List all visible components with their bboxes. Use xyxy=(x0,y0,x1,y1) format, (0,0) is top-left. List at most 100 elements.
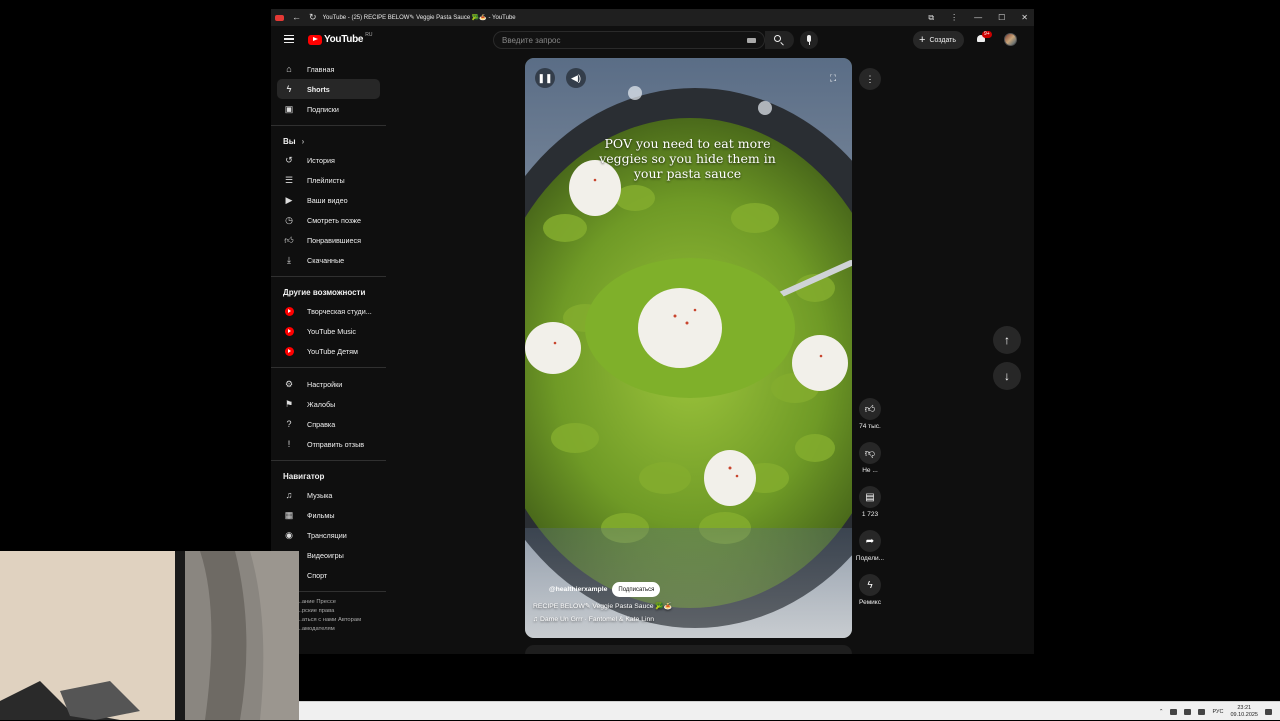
next-short-button[interactable]: ↓ xyxy=(993,362,1021,390)
share-action[interactable]: ➦ Подели... xyxy=(847,530,893,562)
menu-dots-icon[interactable]: ⋮ xyxy=(950,13,958,22)
sidebar-item-live[interactable]: ◉ Трансляции xyxy=(277,525,380,545)
sidebar-item-label: Главная xyxy=(307,64,335,74)
footer-link[interactable]: ...амодателям xyxy=(297,625,386,634)
sidebar-item-settings[interactable]: ⚙ Настройки xyxy=(277,374,380,394)
create-button[interactable]: + Создать xyxy=(913,31,965,49)
dislike-label: Не ... xyxy=(862,467,878,474)
sidebar-item-label: История xyxy=(307,155,335,165)
shorts-icon: ϟ xyxy=(286,84,292,94)
footer-link[interactable]: ...ание Прессе xyxy=(297,598,386,607)
channel-row: @healthierxample Подписаться xyxy=(549,582,661,597)
footer-link[interactable]: ...аться с нами Авторам xyxy=(297,616,386,625)
browser-window: ← ↻ YouTube - (25) RECIPE BELOW✎ Veggie … xyxy=(271,9,1034,654)
sidebar-item-label: Shorts xyxy=(307,84,330,94)
voice-search-icon[interactable] xyxy=(800,31,818,49)
arrow-up-icon: ↑ xyxy=(1004,333,1010,347)
sidebar-item-playlists[interactable]: ☰ Плейлисты xyxy=(277,170,380,190)
home-icon: ⌂ xyxy=(286,64,292,74)
music-info[interactable]: ♫ Dame Un Grrr · Fantomel & Kate Linn xyxy=(533,616,654,623)
sidebar-item-liked[interactable]: 👍︎ Понравившиеся xyxy=(277,230,380,250)
sidebar-item-movies[interactable]: ▦ Фильмы xyxy=(277,505,380,525)
youtube-logo[interactable]: YouTube RU xyxy=(308,31,373,45)
channel-name[interactable]: @healthierxample xyxy=(549,586,607,593)
footer-link[interactable]: ...рские права xyxy=(297,607,386,616)
avatar[interactable] xyxy=(1004,33,1017,46)
playlists-icon: ☰ xyxy=(284,174,294,185)
sidebar-item-label: Спорт xyxy=(307,570,328,580)
clock-date: 09.10.2025 xyxy=(1230,711,1258,718)
search-button[interactable] xyxy=(765,31,794,49)
subscribe-button[interactable]: Подписаться xyxy=(612,582,661,597)
sidebar-item-subscriptions[interactable]: ▣ Подписки xyxy=(277,99,380,119)
logo-region: RU xyxy=(365,31,373,38)
sidebar-item-studio[interactable]: Творческая студи... xyxy=(277,301,380,321)
back-arrow-icon[interactable]: ← xyxy=(292,12,301,23)
like-icon[interactable]: 👍︎ xyxy=(859,398,881,420)
share-icon[interactable]: ➦ xyxy=(859,530,881,552)
next-short-preview[interactable] xyxy=(525,645,852,654)
dislike-action[interactable]: 👎︎ Не ... xyxy=(847,442,893,474)
dislike-icon[interactable]: 👎︎ xyxy=(859,442,881,464)
remix-action[interactable]: ϟ Ремикс xyxy=(847,574,893,606)
like-action[interactable]: 👍︎ 74 тыс. xyxy=(847,398,893,430)
keyboard-icon[interactable] xyxy=(747,38,756,43)
sidebar-item-home[interactable]: ⌂ Главная xyxy=(277,59,380,79)
maximize-button[interactable]: ☐ xyxy=(998,13,1005,22)
yt-kids-icon xyxy=(284,346,294,356)
music-icon: ♫ xyxy=(285,490,293,500)
logo-text: YouTube xyxy=(324,34,364,45)
reload-icon[interactable]: ↻ xyxy=(309,12,317,23)
chevron-right-icon: › xyxy=(301,136,305,146)
previous-short-button[interactable]: ↑ xyxy=(993,326,1021,354)
language-indicator[interactable]: РУС xyxy=(1212,709,1223,715)
yt-music-icon xyxy=(284,326,294,336)
remix-label: Ремикс xyxy=(859,599,881,606)
sidebar-item-label: Скачанные xyxy=(307,255,345,265)
sidebar-item-label: YouTube Music xyxy=(307,326,357,336)
settings-icon: ⚙ xyxy=(284,378,294,389)
mic-tray-icon[interactable] xyxy=(1170,708,1178,715)
remix-icon[interactable]: ϟ xyxy=(859,574,881,596)
hamburger-menu-icon[interactable] xyxy=(284,35,294,43)
sidebar-item-history[interactable]: ↺ История xyxy=(277,150,380,170)
sidebar-item-reports[interactable]: ⚑ Жалобы xyxy=(277,394,380,414)
sidebar-item-help[interactable]: ? Справка xyxy=(277,414,380,434)
window-title: YouTube - (25) RECIPE BELOW✎ Veggie Past… xyxy=(322,15,516,21)
sidebar-item-your-videos[interactable]: ▶ Ваши видео xyxy=(277,190,380,210)
sidebar-item-yt-music[interactable]: YouTube Music xyxy=(277,321,380,341)
pause-icon[interactable]: ❚❚ xyxy=(535,68,555,88)
extensions-icon[interactable]: ⧉ xyxy=(928,13,934,23)
youtube-play-icon xyxy=(308,34,322,45)
sidebar-section-you[interactable]: Вы › xyxy=(271,132,386,150)
more-options-icon[interactable]: ⋮ xyxy=(859,68,881,90)
your-videos-icon: ▶ xyxy=(285,194,293,205)
minimize-button[interactable]: — xyxy=(974,13,982,22)
sidebar-item-feedback[interactable]: ! Отправить отзыв xyxy=(277,434,380,454)
video-title[interactable]: RECIPE BELOW✎ Veggie Pasta Sauce 🥦🍝 xyxy=(533,602,672,610)
notification-badge: 9+ xyxy=(982,31,992,38)
volume-tray-icon[interactable] xyxy=(1198,708,1206,715)
close-button[interactable]: ✕ xyxy=(1021,13,1028,22)
sidebar-item-shorts[interactable]: ϟ Shorts xyxy=(277,79,380,99)
flag-icon: ⚑ xyxy=(284,398,294,409)
comments-action[interactable]: ▤ 1 723 xyxy=(847,486,893,518)
sidebar-item-music[interactable]: ♫ Музыка xyxy=(277,485,380,505)
chevron-up-icon[interactable]: ⌃ xyxy=(1159,709,1164,715)
volume-icon[interactable]: ◀) xyxy=(566,68,586,88)
sidebar-item-watch-later[interactable]: ◷ Смотреть позже xyxy=(277,210,380,230)
webcam-overlay xyxy=(0,551,299,720)
clock[interactable]: 23:21 09.10.2025 xyxy=(1230,705,1258,719)
fullscreen-icon[interactable]: ⛶ xyxy=(823,68,843,88)
search-input[interactable] xyxy=(502,35,732,46)
sidebar-item-yt-kids[interactable]: YouTube Детям xyxy=(277,341,380,361)
comment-icon[interactable]: ▤ xyxy=(859,486,881,508)
network-icon[interactable] xyxy=(1184,708,1192,715)
sidebar-item-label: Музыка xyxy=(307,490,333,500)
search-icon xyxy=(774,35,781,42)
sidebar-item-downloads[interactable]: ⤓ Скачанные xyxy=(277,250,380,270)
notification-center-icon[interactable] xyxy=(1265,708,1272,715)
notifications-button[interactable]: 9+ xyxy=(976,31,992,44)
shorts-player[interactable]: ❚❚ ◀) ⛶ POV you need to eat more veggies… xyxy=(525,58,852,638)
taskbar: ⌃ РУС 23:21 09.10.2025 xyxy=(299,701,1280,720)
